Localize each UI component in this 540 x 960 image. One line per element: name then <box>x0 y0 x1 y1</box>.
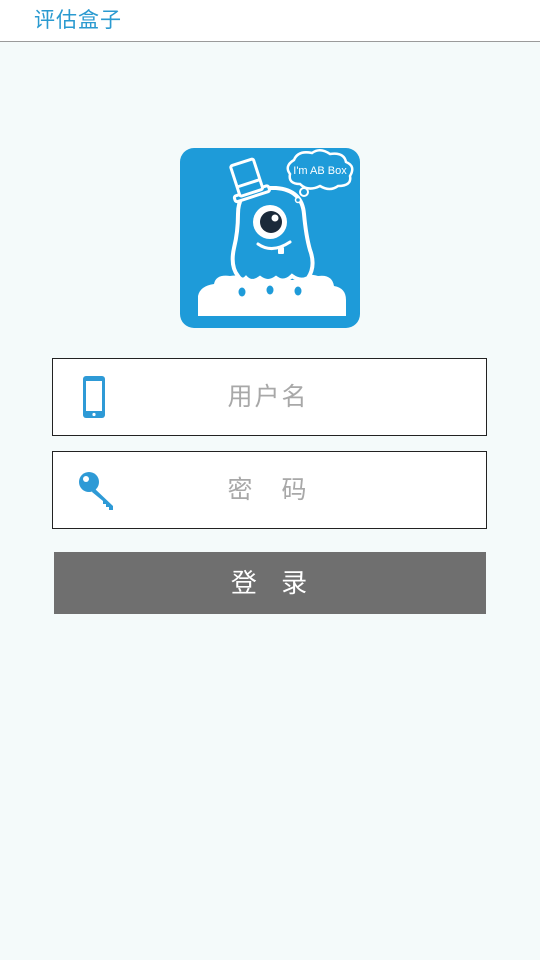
app-bar: 评估盒子 <box>0 0 540 42</box>
login-button[interactable]: 登 录 <box>54 552 486 614</box>
monster-mascot-icon: I'm AB Box <box>198 149 354 316</box>
logo-bubble-text: I'm AB Box <box>293 165 347 177</box>
username-input[interactable] <box>133 359 403 433</box>
app-logo: I'm AB Box <box>180 148 360 328</box>
password-field[interactable] <box>52 451 487 529</box>
phone-icon <box>83 376 105 418</box>
key-icon <box>79 472 113 510</box>
username-field[interactable] <box>52 358 487 436</box>
app-title: 评估盒子 <box>34 8 122 32</box>
password-input[interactable] <box>133 452 403 526</box>
